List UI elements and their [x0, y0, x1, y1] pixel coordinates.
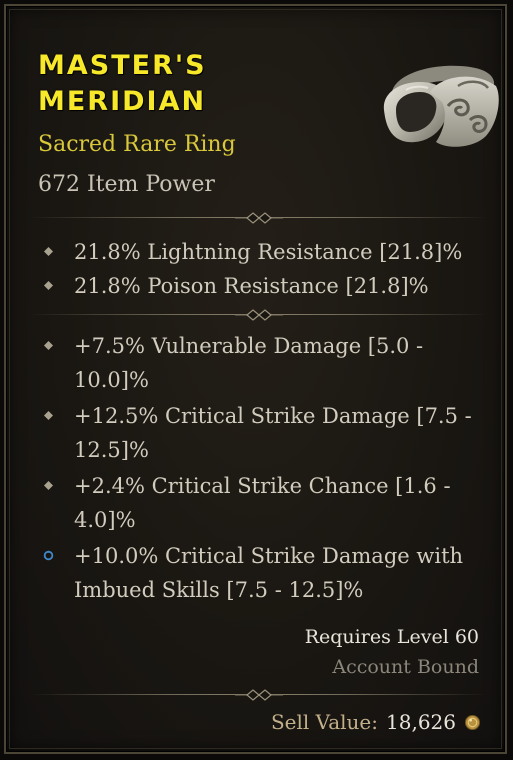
affix-critical-strike-damage: +12.5% Critical Strike Damage [7.5 - 12.…: [44, 399, 484, 467]
item-name-line1: MASTER'S: [38, 50, 207, 81]
tempered-affix-icon: [43, 550, 54, 561]
affix-vulnerable-damage: +7.5% Vulnerable Damage [5.0 - 10.0]%: [44, 329, 484, 397]
divider-ornament-icon: [235, 212, 283, 224]
diamond-bullet-icon: [44, 411, 53, 420]
affix-imbued-critical-damage: +10.0% Critical Strike Damage with Imbue…: [43, 539, 484, 607]
item-type: Sacred Rare Ring: [38, 132, 236, 157]
gold-coin-icon: [464, 714, 481, 730]
item-name-line2: MERIDIAN: [38, 86, 207, 117]
sell-value-label: Sell Value:: [270, 710, 379, 734]
divider-top: [30, 211, 488, 225]
implicit-stat-lightning: 21.8% Lightning Resistance [21.8]%: [44, 235, 484, 269]
divider-ornament-icon: [235, 689, 283, 701]
item-tooltip: MASTER'S MERIDIAN Sacred Rare Ring 672 I…: [4, 4, 507, 754]
item-power: 672 Item Power: [38, 172, 215, 197]
affix-critical-strike-chance: +2.4% Critical Strike Chance [1.6 - 4.0]…: [44, 469, 484, 537]
level-requirement: Requires Level 60: [304, 626, 479, 648]
diamond-bullet-icon: [44, 281, 53, 290]
sell-value-amount: 18,626: [386, 710, 456, 734]
implicit-stat-poison: 21.8% Poison Resistance [21.8]%: [44, 269, 484, 303]
divider-bottom: [30, 688, 488, 702]
binding-status: Account Bound: [332, 656, 479, 678]
diamond-bullet-icon: [44, 341, 53, 350]
diamond-bullet-icon: [44, 481, 53, 490]
diamond-bullet-icon: [44, 247, 53, 256]
sell-value: Sell Value: 18,626: [271, 710, 481, 734]
divider-middle: [30, 308, 488, 322]
divider-ornament-icon: [235, 309, 283, 321]
item-name: MASTER'S MERIDIAN: [38, 48, 338, 120]
ring-icon: [383, 65, 499, 147]
